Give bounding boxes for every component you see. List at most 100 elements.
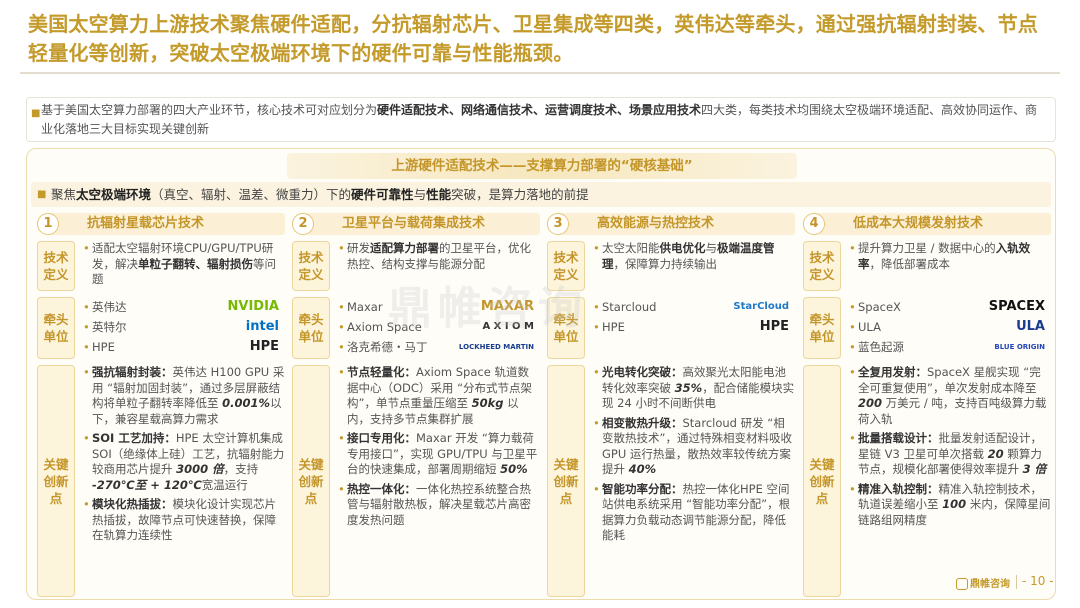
lead-unit-name: 蓝色起源	[858, 340, 904, 354]
innovation-item: 精准入轨控制：精准入轨控制技术，轨道误差缩小至 100 米内，保障星间链路组网精…	[849, 482, 1051, 529]
company-logo: LOCKHEED MARTIN	[458, 343, 534, 351]
lead-unit: Starcloud StarCloud	[593, 297, 795, 317]
company-logo: A X I O M	[482, 321, 534, 332]
column-title: 低成本大规模发射技术	[853, 216, 984, 231]
column-title: 卫星平台与载荷集成技术	[342, 216, 486, 231]
lead-units-content: 英伟达 NVIDIA 英特尔 intel HPE HPE	[83, 297, 285, 357]
innovation-item: 相变散热升级：Starcloud 研发 “相变散热技术”，通过特殊相变材料吸收 …	[593, 416, 795, 478]
highlight-value: 50%	[500, 462, 528, 476]
company-logo: intel	[245, 319, 279, 334]
summary-bold: 性能	[426, 187, 452, 202]
intro-text: 基于美国太空算力部署的四大产业环节，核心技术可对应划分为	[41, 103, 378, 117]
innovation-title: 节点轻量化：	[347, 365, 416, 379]
definition-content: 太空太阳能供电优化与极端温度管理，保障算力持续输出	[593, 241, 795, 276]
bold-text: 供电优化	[659, 241, 706, 255]
intro-bold: 硬件适配技术、网络通信技术、运营调度技术、场景应用技术	[377, 103, 702, 117]
column-header: 1 抗辐射星载芯片技术	[37, 213, 285, 235]
tech-column-1: 1 抗辐射星载芯片技术技术定义适配太空辐射环境CPU/GPU/TPU研发，解决单粒…	[35, 213, 285, 599]
innovation-title: 强抗辐射封装：	[92, 365, 173, 379]
column-number: 3	[547, 213, 569, 235]
lead-units-content: Maxar MAXAR Axiom Space A X I O M 洛克希德・马丁 LOC…	[338, 297, 540, 357]
company-logo: BLUE ORIGIN	[994, 343, 1045, 351]
lead-unit: 蓝色起源 BLUE ORIGIN	[849, 337, 1051, 357]
lead-unit: ULA ULA	[849, 317, 1051, 337]
company-logo: MAXAR	[480, 299, 534, 314]
bullet-icon: ■	[31, 108, 41, 119]
upstream-section: 上游硬件适配技术——支撑算力部署的“硬核基础” ■ 聚焦太空极端环境（真空、辐射…	[26, 148, 1056, 600]
lead-units-label: 牵头单位	[547, 297, 585, 359]
definition-text: 研发适配算力部署的卫星平台，优化热控、结构支撑与能源分配	[338, 241, 540, 272]
column-number: 1	[37, 213, 59, 235]
innovation-label: 关键创新点	[547, 365, 585, 597]
innovation-item: 节点轻量化：Axiom Space 轨道数据中心（ODC）采用 “分布式节点架构…	[338, 365, 540, 427]
lead-units-content: SpaceX SPACEX ULA ULA 蓝色起源 BLUE ORIGIN	[849, 297, 1051, 357]
text: 研发	[347, 241, 370, 255]
definition-content: 研发适配算力部署的卫星平台，优化热控、结构支撑与能源分配	[338, 241, 540, 276]
tech-column-2: 2 卫星平台与载荷集成技术技术定义研发适配算力部署的卫星平台，优化热控、结构支撑与…	[290, 213, 540, 599]
footer-logo: 鼎帷咨询	[956, 575, 1010, 590]
lead-unit: Maxar MAXAR	[338, 297, 540, 317]
page-title: 美国太空算力上游技术聚焦硬件适配，分抗辐射芯片、卫星集成等四类，英伟达等牵头，通…	[28, 12, 1038, 65]
tech-column-3: 3 高效能源与热控技术技术定义太空太阳能供电优化与极端温度管理，保障算力持续输出牵…	[545, 213, 795, 599]
summary-text: 与	[413, 187, 427, 202]
company-logo: NVIDIA	[227, 299, 279, 314]
innovation-title: SOI 工艺加持：	[92, 431, 176, 445]
innovation-title: 相变散热升级：	[602, 415, 683, 430]
brand-icon	[956, 578, 968, 590]
highlight-value: -270℃至 + 120℃	[92, 477, 202, 492]
definition-label: 技术定义	[803, 241, 841, 291]
company-logo: HPE	[759, 319, 789, 334]
text: 万美元 / 吨，支持百吨级算力载荷入轨	[858, 396, 1047, 426]
highlight-value: 0.001%	[222, 396, 271, 410]
lead-unit-name: ULA	[858, 320, 881, 334]
highlight-value: 200	[858, 396, 883, 410]
title-divider	[20, 72, 1060, 74]
innovation-title: 接口专用化：	[347, 431, 416, 445]
intro-summary: ■ 基于美国太空算力部署的四大产业环节，核心技术可对应划分为硬件适配技术、网络通…	[26, 97, 1056, 142]
lead-unit: 英伟达 NVIDIA	[83, 297, 285, 317]
highlight-value: 100	[942, 497, 967, 511]
column-number: 4	[803, 213, 825, 235]
innovation-content: 全复用发射：SpaceX 星舰实现 “完全可重复使用”，单次发射成本降至 200…	[849, 365, 1051, 532]
innovation-label: 关键创新点	[292, 365, 330, 597]
highlight-value: 40%	[628, 462, 657, 476]
definition-content: 提升算力卫星 / 数据中心的入轨效率，降低部署成本	[849, 241, 1051, 276]
innovation-item: 热控一体化：一体化热控系统整合热管与辐射散热板，解决星载芯片高密度发热问题	[338, 482, 540, 529]
highlight-value: 3 倍	[1022, 462, 1047, 476]
innovation-content: 光电转化突破：高效聚光太阳能电池转化效率突破 35%，配合储能模块实现 24 小…	[593, 365, 795, 548]
text: 提升算力卫星 / 数据中心的	[858, 241, 996, 255]
lead-unit-name: HPE	[92, 340, 115, 354]
column-title: 高效能源与热控技术	[597, 216, 715, 231]
innovation-title: 精准入轨控制：	[858, 481, 939, 496]
innovation-item: 智能功率分配：热控一体化HPE 空间站供电系统采用 “智能功率分配”，根据算力负…	[593, 482, 795, 544]
innovation-content: 节点轻量化：Axiom Space 轨道数据中心（ODC）采用 “分布式节点架构…	[338, 365, 540, 532]
innovation-title: 智能功率分配：	[602, 481, 683, 496]
lead-unit-name: Axiom Space	[347, 320, 422, 334]
definition-content: 适配太空辐射环境CPU/GPU/TPU研发，解决单粒子翻转、辐射损伤等问题	[83, 241, 285, 292]
lead-unit: HPE HPE	[593, 317, 795, 337]
column-title: 抗辐射星载芯片技术	[87, 216, 205, 231]
lead-unit-name: 英伟达	[92, 300, 127, 314]
highlight-value: 50kg	[471, 396, 504, 410]
column-header: 4 低成本大规模发射技术	[803, 213, 1051, 235]
lead-units-label: 牵头单位	[37, 297, 75, 359]
summary-text: （真空、辐射、温差、微重力）下的	[151, 187, 352, 202]
lead-unit-name: Maxar	[347, 300, 383, 314]
column-header: 3 高效能源与热控技术	[547, 213, 795, 235]
tech-column-4: 4 低成本大规模发射技术技术定义提升算力卫星 / 数据中心的入轨效率，降低部署成本…	[801, 213, 1051, 599]
highlight-value: 20	[987, 446, 1004, 461]
bold-text: 适配算力部署	[370, 241, 439, 255]
definition-text: 提升算力卫星 / 数据中心的入轨效率，降低部署成本	[849, 241, 1051, 272]
innovation-title: 批量搭载设计：	[858, 431, 939, 445]
innovation-item: 光电转化突破：高效聚光太阳能电池转化效率突破 35%，配合储能模块实现 24 小…	[593, 365, 795, 412]
summary-bold: 太空极端环境	[76, 187, 152, 202]
bold-text: 单粒子翻转、辐射损伤	[138, 256, 253, 271]
lead-unit-name: HPE	[602, 320, 625, 334]
summary-text: 聚焦	[51, 187, 77, 202]
innovation-item: 批量搭载设计：批量发射适配设计，星链 V3 卫星可单次搭载 20 颗算力节点，规…	[849, 431, 1051, 478]
column-number: 2	[292, 213, 314, 235]
innovation-item: SOI 工艺加持：HPE 太空计算机集成 SOI（绝缘体上硅）工艺，抗辐射能力较…	[83, 431, 285, 493]
bullet-icon: ■	[37, 189, 47, 200]
innovation-title: 全复用发射：	[858, 365, 927, 379]
highlight-value: 3000 倍	[176, 462, 224, 476]
